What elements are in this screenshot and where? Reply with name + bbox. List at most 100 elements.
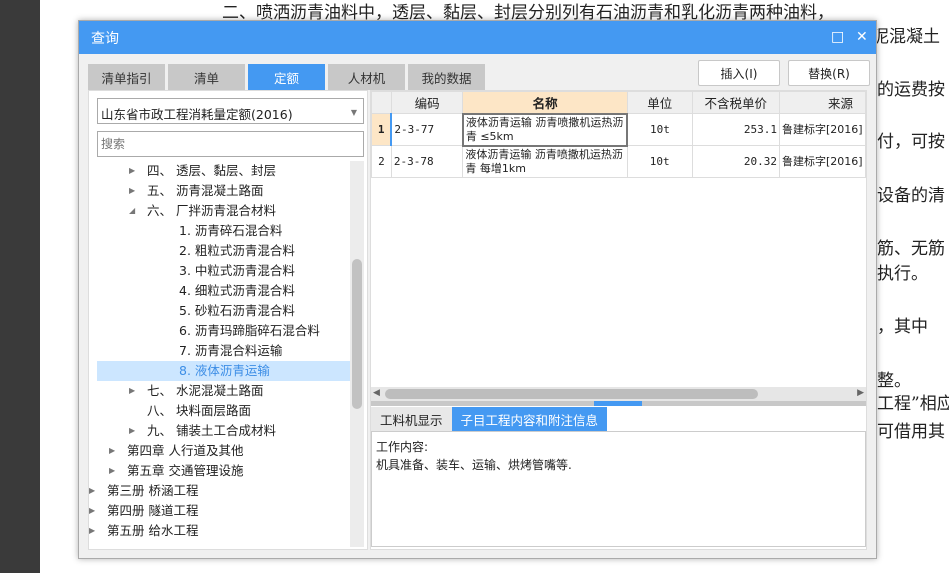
tree-node[interactable]: 八、 块料面层路面 [89,401,351,421]
document-fragment: 泥混凝土 [872,27,940,47]
tab-my-data[interactable]: 我的数据 [408,64,485,90]
cell-unit[interactable]: 10t [626,145,693,178]
cell-price[interactable]: 20.32 [691,145,780,178]
tree-node-label: 八、 块料面层路面 [147,403,251,418]
tree-node[interactable]: 1. 沥青碎石混合料 [89,221,351,241]
expanded-triangle-icon[interactable]: ◢ [129,201,135,221]
scroll-left-icon[interactable]: ◀ [373,388,380,398]
scrollbar-thumb[interactable] [352,259,362,409]
table-row[interactable]: 1 2-3-77 液体沥青运输 沥青喷撒机运热沥青 ≤5km 10t 253.1… [371,112,867,147]
cell-name[interactable]: 液体沥青运输 沥青喷撒机运热沥青 ≤5km [461,112,629,147]
tree-node-label: 2. 粗粒式沥青混合料 [179,243,295,258]
collapsed-triangle-icon[interactable]: ▶ [129,421,135,441]
tree-node-label: 第三册 桥涵工程 [107,483,199,498]
title-bar[interactable]: 查询 □ ✕ [79,21,876,54]
tree-node[interactable]: ▶ 七、 水泥混凝土路面 [89,381,351,401]
tree-node-label: 六、 厂拌沥青混合材料 [147,203,276,218]
document-fragment: 可借用其 [877,422,945,442]
replace-button[interactable]: 替换(R) [788,60,870,86]
chapter-tree: ▶ 四、 透层、黏层、封层 ▶ 五、 沥青混凝土路面 ◢ 六、 厂拌沥青混合材料 1. 沥青… [89,161,351,541]
tree-node-label: 五、 沥青混凝土路面 [147,183,264,198]
tree-node-label: 第四章 人行道及其他 [127,443,244,458]
tab-work-content-notes[interactable]: 子目工程内容和附注信息 [451,407,608,431]
tree-node-label: 4. 细粒式沥青混合料 [179,283,295,298]
chevron-down-icon: ▼ [350,108,357,117]
cell-source[interactable]: 鲁建标字[2016] [778,145,867,178]
collapsed-triangle-icon[interactable]: ▶ [109,461,115,481]
tree-node-label: 1. 沥青碎石混合料 [179,223,283,238]
tree-node[interactable]: ▶ 第三册 桥涵工程 [89,481,351,501]
tab-list[interactable]: 清单 [168,64,245,90]
tab-quota[interactable]: 定额 [248,64,325,90]
collapsed-triangle-icon[interactable]: ▶ [129,161,135,181]
tree-node[interactable]: ▶ 九、 铺装土工合成材料 [89,421,351,441]
scrollbar-thumb[interactable] [385,389,758,399]
collapsed-triangle-icon[interactable]: ▶ [129,181,135,201]
left-panel: 山东省市政工程消耗量定额(2016) ▼ ▶ 四、 透层、黏层、封层 ▶ 五、 沥青混凝… [88,90,368,550]
tree-node[interactable]: ◢ 六、 厂拌沥青混合材料 [89,201,351,221]
tree-node[interactable]: 7. 沥青混合料运输 [89,341,351,361]
col-code[interactable]: 编码 [390,91,464,114]
tree-node[interactable]: 6. 沥青玛蹄脂碎石混合料 [89,321,351,341]
document-fragment: ，其中 [877,317,928,337]
tree-node-label: 第四册 隧道工程 [107,503,199,518]
tree-node[interactable]: 4. 细粒式沥青混合料 [89,281,351,301]
tab-resource-display[interactable]: 工料机显示 [371,407,452,431]
scroll-right-icon[interactable]: ▶ [857,388,864,398]
col-price[interactable]: 不含税单价 [691,91,780,114]
dialog-title: 查询 [91,30,119,47]
splitter-handle[interactable] [594,401,642,406]
cell-code[interactable]: 2-3-78 [390,145,464,178]
collapsed-triangle-icon[interactable]: ▶ [89,481,95,501]
work-content-label: 工作内容: [376,440,429,454]
tree-scrollbar[interactable] [350,161,364,547]
tree-node-label: 九、 铺装土工合成材料 [147,423,276,438]
cell-price[interactable]: 253.1 [691,113,780,146]
tree-node-label: 七、 水泥混凝土路面 [147,383,264,398]
query-dialog: 查询 □ ✕ 清单指引 清单 定额 人材机 我的数据 插入(I) 替换(R) 山… [78,20,877,559]
table-row[interactable]: 2 2-3-78 液体沥青运输 沥青喷撒机运热沥青 每增1km 10t 20.3… [371,145,867,178]
col-rownum [371,91,392,114]
tab-list-guide[interactable]: 清单指引 [88,64,165,90]
grid-horizontal-scrollbar[interactable]: ◀ ▶ [371,387,866,401]
tree-node[interactable]: ▶ 第四章 人行道及其他 [89,441,351,461]
collapsed-triangle-icon[interactable]: ▶ [89,521,95,541]
document-fragment: 设备的清 [877,186,945,206]
col-unit[interactable]: 单位 [626,91,693,114]
tree-node-label: 8. 液体沥青运输 [179,363,270,378]
tree-node-label: 四、 透层、黏层、封层 [147,163,276,178]
tree-node[interactable]: 2. 粗粒式沥青混合料 [89,241,351,261]
search-input[interactable] [97,131,364,157]
tree-node[interactable]: ▶ 第四册 隧道工程 [89,501,351,521]
close-icon[interactable]: ✕ [856,29,868,45]
cell-unit[interactable]: 10t [626,113,693,146]
document-fragment: 的运费按 [877,80,945,100]
tree-node[interactable]: ▶ 五、 沥青混凝土路面 [89,181,351,201]
tree-node[interactable]: ▶ 第五册 给水工程 [89,521,351,541]
col-source[interactable]: 来源 [778,91,867,114]
tree-node[interactable]: 8. 液体沥青运输 [97,361,351,381]
tree-node-label: 5. 砂粒石沥青混合料 [179,303,295,318]
tree-node[interactable]: ▶ 四、 透层、黏层、封层 [89,161,351,181]
row-number: 1 [371,113,393,146]
collapsed-triangle-icon[interactable]: ▶ [129,381,135,401]
library-select[interactable]: 山东省市政工程消耗量定额(2016) ▼ [97,98,364,124]
panel-splitter[interactable] [371,401,866,406]
collapsed-triangle-icon[interactable]: ▶ [109,441,115,461]
tree-node[interactable]: 3. 中粒式沥青混合料 [89,261,351,281]
insert-button[interactable]: 插入(I) [698,60,780,86]
cell-code[interactable]: 2-3-77 [390,113,464,146]
right-panel: 编码 名称 单位 不含税单价 来源 1 2-3-77 液体沥青运输 沥青喷撒机运… [370,90,867,550]
tree-node[interactable]: 5. 砂粒石沥青混合料 [89,301,351,321]
tab-labor-material-machine[interactable]: 人材机 [328,64,405,90]
bottom-tab-bar: 工料机显示 子目工程内容和附注信息 [371,407,608,431]
row-number: 2 [371,145,392,178]
cell-source[interactable]: 鲁建标字[2016] [778,113,867,146]
col-name[interactable]: 名称 [462,91,628,114]
cell-name[interactable]: 液体沥青运输 沥青喷撒机运热沥青 每增1km [462,145,628,178]
collapsed-triangle-icon[interactable]: ▶ [89,501,95,521]
tree-node-label: 7. 沥青混合料运输 [179,343,283,358]
maximize-icon[interactable]: □ [831,29,844,45]
tab-bar: 清单指引 清单 定额 人材机 我的数据 [88,64,485,90]
tree-node[interactable]: ▶ 第五章 交通管理设施 [89,461,351,481]
